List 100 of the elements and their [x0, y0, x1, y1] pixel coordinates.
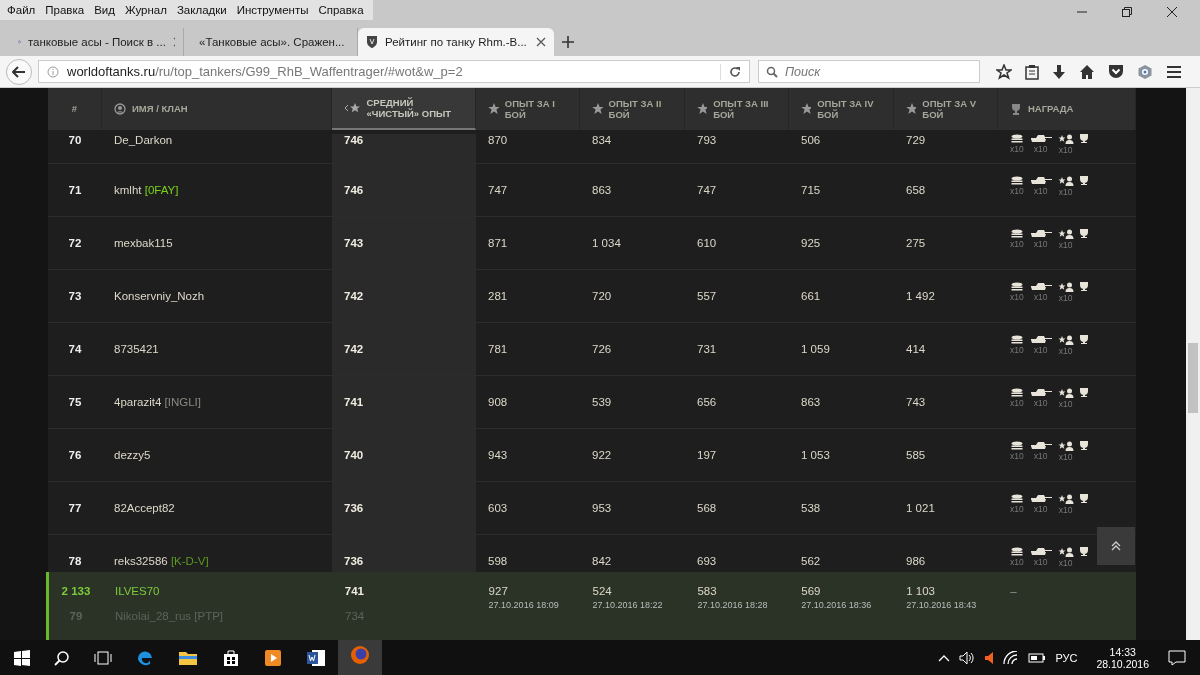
reward-count: x10 [1010, 144, 1024, 154]
battle-date: 27.10.2016 18:28 [697, 600, 768, 610]
battle-exp: 793 [697, 134, 717, 146]
average-exp: 746 [344, 134, 364, 146]
media-player-icon[interactable] [264, 648, 282, 667]
pocket-icon[interactable] [1108, 64, 1124, 79]
player-name[interactable]: dezzy5 [114, 449, 151, 461]
column-header[interactable]: ОПЫТ ЗА II БОЙ [580, 88, 685, 130]
address-field[interactable]: worldoftanks.ru/ru/top_tankers/G99_RhB_Waffentrager/#wot&w_p=2 [38, 60, 750, 83]
search-icon[interactable] [54, 649, 70, 666]
scrollbar-thumb[interactable] [1188, 343, 1198, 413]
wifi-icon[interactable] [1003, 650, 1020, 665]
battle-exp: 275 [906, 237, 926, 249]
battle-exp: 720 [592, 290, 612, 302]
home-icon[interactable] [1079, 63, 1095, 80]
restore-icon[interactable] [1121, 6, 1133, 18]
task-view-icon[interactable] [94, 650, 112, 665]
language-indicator[interactable]: РУС [1055, 651, 1078, 664]
battle-exp: 539 [592, 396, 612, 408]
player-name[interactable]: kmlht [0FAY] [114, 184, 179, 196]
player-name[interactable]: Konservniy_Nozh [114, 290, 205, 302]
clock-time[interactable]: 14:33 [1109, 645, 1136, 658]
player-name[interactable]: De_Darkon [114, 134, 173, 146]
coin-stack-icon [1010, 134, 1023, 143]
store-icon[interactable] [222, 648, 240, 667]
battle-exp: 1 059 [801, 343, 830, 355]
menu-item[interactable]: Журнал [119, 4, 172, 16]
back-button[interactable] [6, 58, 32, 85]
star-icon[interactable] [996, 63, 1012, 80]
player-name[interactable]: mexbak115 [114, 237, 173, 249]
firefox-icon[interactable] [350, 644, 370, 665]
download-icon[interactable] [1052, 63, 1066, 80]
battle-exp: 715 [801, 184, 821, 196]
menu-item[interactable]: Правка [40, 4, 90, 16]
clipboard-icon[interactable] [1025, 63, 1039, 80]
chevron-up-icon[interactable] [938, 653, 951, 662]
folder-icon[interactable] [178, 649, 198, 666]
battle-exp: 661 [801, 290, 821, 302]
menu-item[interactable]: Инструменты [231, 4, 314, 16]
reward-count: x10 [1033, 504, 1048, 514]
reward-count: x10 [1010, 398, 1024, 408]
windows-logo-icon[interactable] [14, 649, 30, 666]
battle-exp: 658 [906, 184, 926, 196]
speaker-icon[interactable] [959, 650, 976, 665]
rank-number: 78 [68, 555, 82, 567]
trophy-icon [1079, 441, 1088, 450]
column-header[interactable]: ОПЫТ ЗА V БОЙ [894, 88, 998, 130]
menu-item[interactable]: Файл [2, 4, 41, 16]
search-field[interactable]: Поиск [758, 60, 980, 83]
menu-item[interactable]: Справка [313, 4, 369, 16]
reward-count: x10 [1058, 452, 1073, 462]
battle-date: 27.10.2016 18:09 [488, 600, 559, 610]
player-name[interactable]: 8735421 [114, 343, 159, 355]
new-tab-icon[interactable] [562, 36, 574, 48]
column-header[interactable]: ОПЫТ ЗА IV БОЙ [789, 88, 894, 130]
battle-exp: 925 [801, 237, 821, 249]
reward-count: x10 [1033, 292, 1048, 302]
rank-number: 75 [68, 396, 82, 408]
reward-count: x10 [1010, 292, 1024, 302]
reward-count: x10 [1058, 558, 1073, 568]
scrollbar[interactable] [1186, 88, 1200, 640]
reload-icon[interactable] [729, 65, 741, 78]
column-header[interactable]: НАГРАДА [998, 88, 1136, 130]
average-exp: 746 [344, 184, 364, 196]
menu-item[interactable]: Закладки [171, 4, 232, 16]
crew-icon [1057, 388, 1074, 398]
battery-icon[interactable] [1028, 651, 1047, 664]
column-header[interactable]: ОПЫТ ЗА I БОЙ [476, 88, 580, 130]
notification-icon[interactable] [1168, 649, 1186, 666]
word-icon[interactable] [306, 648, 326, 667]
reward-count: x10 [1033, 398, 1048, 408]
reward-count: x10 [1010, 345, 1024, 355]
trophy-icon [1079, 176, 1088, 185]
average-exp: 742 [344, 343, 364, 355]
column-header[interactable]: # [48, 88, 102, 130]
coin-stack-icon [1010, 441, 1023, 450]
flash-icon[interactable] [984, 650, 995, 665]
tank-icon [1029, 335, 1052, 344]
browser-tab[interactable]: Рейтинг по танку Rhm.-B... [358, 28, 554, 56]
battle-exp: 603 [488, 502, 508, 514]
coin-stack-icon [1010, 176, 1023, 185]
reward-count: x10 [1010, 451, 1024, 461]
reward-count: x10 [1033, 186, 1048, 196]
player-name[interactable]: 4parazit4 [INGLI] [114, 396, 201, 408]
scroll-top-button[interactable] [1097, 527, 1135, 565]
back-arrow-icon [12, 65, 26, 78]
battle-exp: 414 [906, 343, 926, 355]
player-name[interactable]: 82Accept82 [114, 502, 175, 514]
column-header[interactable]: ОПЫТ ЗА III БОЙ [685, 88, 789, 130]
clock-date[interactable]: 28.10.2016 [1096, 657, 1149, 670]
column-header[interactable]: СРЕДНИЙ «ЧИСТЫЙ» ОПЫТ [332, 88, 476, 130]
battle-exp: 747 [488, 184, 508, 196]
user-icon [114, 103, 126, 115]
player-name[interactable]: reks32586 [K-D-V] [114, 555, 209, 567]
star-icon [801, 103, 812, 115]
menu-icon[interactable] [1166, 64, 1182, 79]
battle-exp: 538 [801, 502, 821, 514]
menu-item[interactable]: Вид [89, 4, 120, 16]
trophy-icon [1079, 134, 1088, 143]
eye-icon[interactable] [1137, 63, 1153, 80]
